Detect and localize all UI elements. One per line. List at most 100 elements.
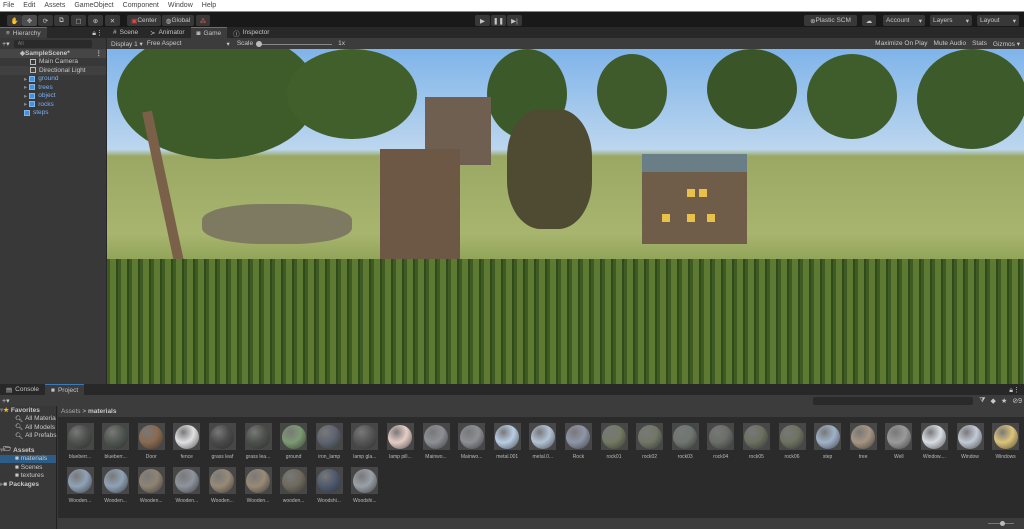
pivot-center-button[interactable]: ▣ Center — [127, 15, 161, 26]
filter-label-icon[interactable]: ◆ — [991, 397, 996, 405]
step-button[interactable]: ▶| — [507, 15, 522, 26]
tab-animator[interactable]: ≻ Animator — [144, 27, 190, 38]
menu-item[interactable]: Window — [168, 2, 193, 9]
material-asset[interactable]: Windows — [991, 423, 1021, 460]
lock-icon[interactable]: 🔒︎⋮ — [1009, 386, 1024, 395]
hierarchy-item[interactable]: ▸ trees — [0, 83, 106, 92]
hierarchy-item[interactable]: steps — [0, 109, 106, 118]
assets-row[interactable]: ▾ 🗁︎ Assets — [0, 446, 56, 455]
transform-tool-icon[interactable]: ⊕ — [88, 15, 103, 26]
favorite-search[interactable]: 🔍︎ All Models — [0, 423, 56, 432]
maximize-on-play-toggle[interactable]: Maximize On Play — [875, 40, 927, 47]
project-search-input[interactable] — [813, 396, 974, 405]
scene-row[interactable]: ◈ SampleScene* ⋮ — [0, 49, 106, 58]
material-asset[interactable]: step — [813, 423, 843, 460]
material-asset[interactable]: metal.001 — [492, 423, 522, 460]
favorites-row[interactable]: ▾ ★ Favorites — [0, 406, 56, 415]
favorite-star-icon[interactable]: ★ — [1001, 397, 1007, 405]
snap-icon[interactable]: ⁂ — [196, 15, 210, 26]
material-asset[interactable]: Door — [136, 423, 166, 460]
material-asset[interactable]: rock02 — [635, 423, 665, 460]
cloud-icon[interactable]: ☁ — [862, 15, 876, 26]
material-asset[interactable]: blueberr... — [101, 423, 131, 460]
material-asset[interactable]: Wooden... — [172, 467, 202, 504]
stats-toggle[interactable]: Stats — [972, 40, 987, 47]
display-dropdown[interactable]: Display 1 ▾ — [107, 40, 147, 48]
material-asset[interactable]: lamp gla... — [350, 423, 380, 460]
menu-item[interactable]: File — [3, 2, 14, 9]
hierarchy-item[interactable]: ▸ rocks — [0, 100, 106, 109]
material-asset[interactable]: rock01 — [599, 423, 629, 460]
layout-dropdown[interactable]: Layout ▾ — [977, 15, 1019, 26]
tab-console[interactable]: ▤ Console — [0, 384, 45, 395]
pause-button[interactable]: ❚❚ — [491, 15, 506, 26]
hierarchy-search-input[interactable] — [13, 39, 92, 48]
filter-type-icon[interactable]: ⧩ — [979, 397, 985, 405]
menu-item[interactable]: Edit — [23, 2, 35, 9]
scale-tool-icon[interactable]: ⧉ — [54, 15, 69, 26]
menu-item[interactable]: Assets — [44, 2, 65, 9]
material-asset[interactable]: tree — [848, 423, 878, 460]
play-button[interactable]: ▶ — [475, 15, 490, 26]
material-asset[interactable]: iron_lamp — [314, 423, 344, 460]
tab-project[interactable]: ■ Project — [45, 384, 85, 395]
material-asset[interactable]: blueberr... — [65, 423, 95, 460]
tab-game[interactable]: ◙ Game — [190, 27, 228, 38]
material-asset[interactable]: Window — [955, 423, 985, 460]
menu-item[interactable]: Component — [123, 2, 159, 9]
add-button[interactable]: +▾ — [2, 40, 10, 48]
material-asset[interactable]: Wooden... — [65, 467, 95, 504]
mute-audio-toggle[interactable]: Mute Audio — [934, 40, 967, 47]
material-asset[interactable]: grass lea... — [243, 423, 273, 460]
material-asset[interactable]: lamp pill... — [385, 423, 415, 460]
menu-item[interactable]: GameObject — [74, 2, 113, 9]
rect-tool-icon[interactable]: ▢ — [71, 15, 86, 26]
material-asset[interactable]: wooden... — [279, 467, 309, 504]
material-asset[interactable]: rock05 — [741, 423, 771, 460]
material-asset[interactable]: Wooden... — [101, 467, 131, 504]
material-asset[interactable]: Woodshi... — [350, 467, 380, 504]
lock-icon[interactable]: 🔒︎⋮ — [92, 29, 106, 38]
custom-tool-icon[interactable]: ✕ — [105, 15, 120, 26]
rotate-tool-icon[interactable]: ⟳ — [38, 15, 53, 26]
material-asset[interactable]: Wooden... — [243, 467, 273, 504]
material-asset[interactable]: Well — [884, 423, 914, 460]
material-asset[interactable]: rock06 — [777, 423, 807, 460]
material-asset[interactable]: fence — [172, 423, 202, 460]
material-asset[interactable]: metal.0... — [528, 423, 558, 460]
breadcrumb-materials[interactable]: materials — [88, 408, 117, 415]
material-asset[interactable]: Woodshi... — [314, 467, 344, 504]
layers-dropdown[interactable]: Layers ▾ — [930, 15, 972, 26]
material-asset[interactable]: ground — [279, 423, 309, 460]
hidden-packages-toggle[interactable]: ⊘9 — [1012, 397, 1022, 405]
material-asset[interactable]: Wooden... — [136, 467, 166, 504]
hierarchy-item[interactable]: Main Camera — [0, 58, 106, 67]
material-asset[interactable]: rock03 — [670, 423, 700, 460]
material-asset[interactable]: rock04 — [706, 423, 736, 460]
tab-scene[interactable]: # Scene — [107, 27, 144, 38]
tab-hierarchy[interactable]: ≡ Hierarchy — [0, 27, 47, 38]
packages-row[interactable]: ▸ ■ Packages — [0, 480, 56, 489]
tab-inspector[interactable]: ⓘ Inspector — [227, 27, 275, 38]
folder-materials[interactable]: ■ materials — [0, 454, 56, 463]
more-icon[interactable]: ⋮ — [96, 49, 107, 57]
folder-textures[interactable]: ■ textures — [0, 472, 56, 481]
material-asset[interactable]: Mainwo... — [457, 423, 487, 460]
material-asset[interactable]: Window.... — [919, 423, 949, 460]
move-tool-icon[interactable]: ✥ — [22, 15, 37, 26]
aspect-dropdown[interactable]: Free Aspect ▾ — [147, 40, 233, 48]
menu-item[interactable]: Help — [202, 2, 216, 9]
thumbnail-size-slider[interactable] — [988, 521, 1014, 526]
hierarchy-item[interactable]: ▸ ground — [0, 75, 106, 84]
account-dropdown[interactable]: Account ▾ — [883, 15, 925, 26]
hand-tool-icon[interactable]: ✋ — [7, 15, 22, 26]
folder-scenes[interactable]: ■ Scenes — [0, 463, 56, 472]
favorite-search[interactable]: 🔍︎ All Prefabs — [0, 432, 57, 441]
pivot-global-button[interactable]: ◍ Global — [162, 15, 194, 26]
create-button[interactable]: +▾ — [2, 397, 10, 405]
material-asset[interactable]: Mainwo... — [421, 423, 451, 460]
hierarchy-item[interactable]: ▸ object — [0, 92, 106, 101]
hierarchy-item[interactable]: Directional Light — [0, 66, 106, 75]
material-asset[interactable]: grass leaf — [207, 423, 237, 460]
gizmos-dropdown[interactable]: Gizmos ▾ — [993, 40, 1020, 48]
